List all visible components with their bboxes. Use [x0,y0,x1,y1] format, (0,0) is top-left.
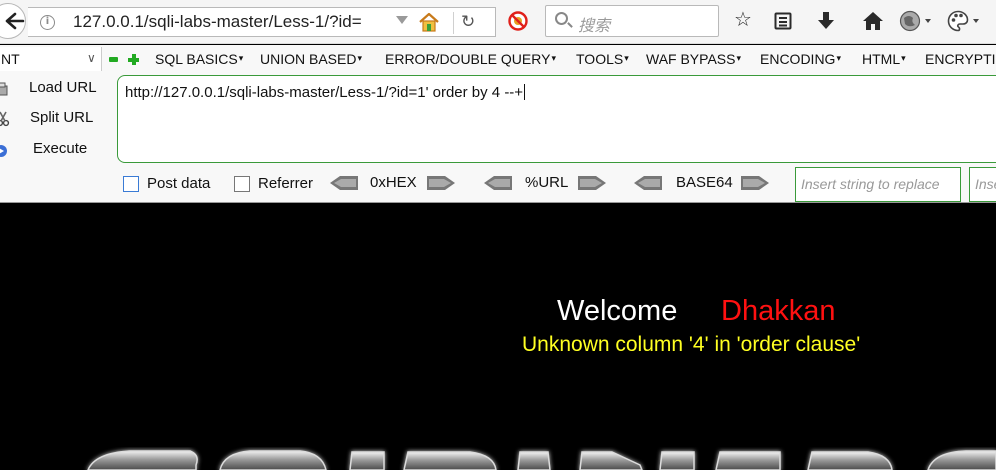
caret-icon: ▾ [836,53,841,63]
caret-icon: ▾ [357,53,362,63]
home-icon[interactable] [862,11,884,31]
reading-list-icon[interactable] [774,12,792,30]
caret-icon: ▾ [624,53,629,63]
post-data-label: Post data [147,175,211,192]
load-url-button[interactable]: Load URL [0,79,110,101]
globe-icon[interactable] [899,10,935,32]
download-icon[interactable] [817,11,835,31]
text-cursor [524,84,526,100]
hackbar-panel: Load URL Split URL Execute http://127.0.… [0,73,996,203]
sqli-dumb-series-banner-image [87,450,996,470]
menu-html[interactable]: HTML▾ [862,51,906,67]
caret-icon: ▾ [736,53,741,63]
url-text[interactable]: 127.0.0.1/sqli-labs-master/Less-1/?id= [73,12,362,32]
load-url-icon [0,82,8,96]
menu-sql-basics[interactable]: SQL BASICS▾ [155,51,243,67]
url-encode-arrow-icon[interactable] [578,176,606,190]
play-icon [0,145,7,157]
palette-icon[interactable] [947,10,983,32]
search-placeholder: 搜索 [578,18,611,35]
hex-label: 0xHEX [370,174,417,191]
hex-decode-arrow-icon[interactable] [330,176,358,190]
caret-icon: ▾ [551,53,556,63]
scissors-icon [0,111,10,127]
post-data-checkbox[interactable] [123,176,139,192]
hackbar-selector[interactable]: NT ∨ [0,47,102,71]
back-arrow-icon [5,12,25,30]
menu-tools[interactable]: TOOLS▾ [576,51,629,67]
url-query-text: http://127.0.0.1/sqli-labs-master/Less-1… [125,84,526,101]
bookmark-star-icon[interactable]: ☆ [734,9,752,31]
caret-icon: ▾ [238,53,244,63]
base64-encode-arrow-icon[interactable] [741,176,769,190]
referrer-checkbox[interactable] [234,176,250,192]
url-bar[interactable]: i 127.0.0.1/sqli-labs-master/Less-1/?id=… [28,7,496,37]
page-content: Welcome Dhakkan Unknown column '4' in 'o… [0,203,996,470]
url-encode-label: %URL [525,174,569,191]
menu-union-based[interactable]: UNION BASED▾ [260,51,362,67]
browser-navbar: i 127.0.0.1/sqli-labs-master/Less-1/?id=… [0,0,996,44]
search-input[interactable]: 搜索 [545,5,719,37]
execute-button[interactable]: Execute [0,140,110,162]
split-url-button[interactable]: Split URL [0,109,110,131]
url-decode-arrow-icon[interactable] [484,176,512,190]
plus-icon[interactable] [128,54,139,65]
caret-icon: ▾ [901,53,906,63]
replace-with-input[interactable]: Insert [969,167,996,202]
chevron-down-icon: ∨ [87,51,96,65]
replace-with-placeholder: Insert [975,176,996,192]
back-button[interactable] [0,3,26,39]
menu-encoding[interactable]: ENCODING▾ [760,51,841,67]
menu-waf-bypass[interactable]: WAF BYPASS▾ [646,51,741,67]
base64-decode-arrow-icon[interactable] [634,176,662,190]
noscript-icon[interactable] [508,11,528,31]
reload-icon[interactable]: ↻ [461,12,475,32]
base64-label: BASE64 [676,174,733,191]
menu-encryption[interactable]: ENCRYPTI [925,51,996,67]
menu-error-double-query[interactable]: ERROR/DOUBLE QUERY▾ [385,51,556,67]
url-dropdown-icon[interactable] [396,16,408,24]
replace-string-placeholder: Insert string to replace [801,176,940,192]
home-icon[interactable] [418,12,440,32]
info-icon[interactable]: i [40,15,55,30]
search-icon [555,12,568,25]
url-query-textarea[interactable]: http://127.0.0.1/sqli-labs-master/Less-1… [117,75,996,163]
hackbar-menu: NT ∨ SQL BASICS▾ UNION BASED▾ ERROR/DOUB… [0,45,996,73]
referrer-label: Referrer [258,175,314,192]
hackbar-selector-value: NT [1,51,20,67]
url-separator [453,12,454,34]
replace-string-input[interactable]: Insert string to replace [795,167,961,202]
hex-encode-arrow-icon[interactable] [427,176,455,190]
minus-icon[interactable] [109,57,118,62]
